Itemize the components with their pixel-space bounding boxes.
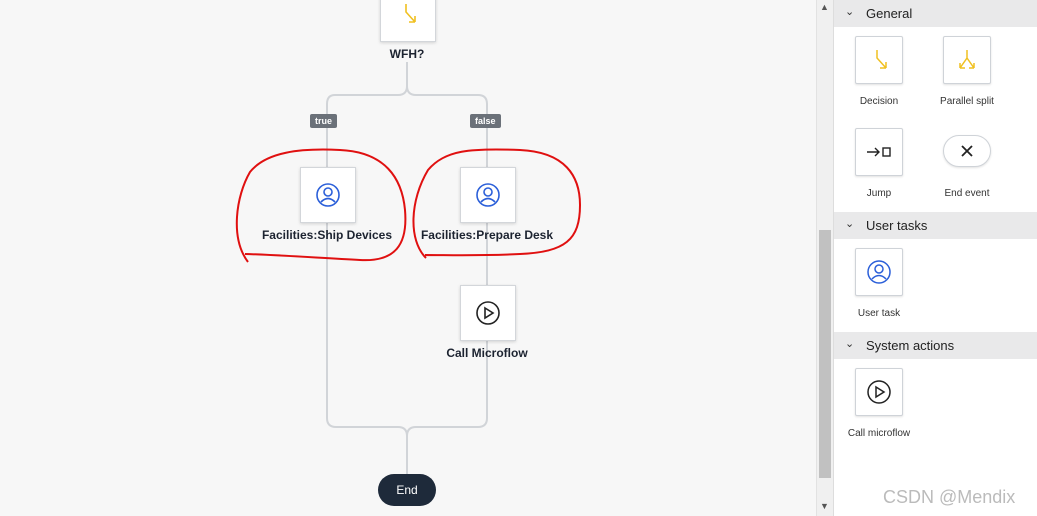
tile-label: Parallel split xyxy=(940,96,994,107)
play-circle-icon xyxy=(867,380,891,404)
vertical-scrollbar[interactable]: ▲ ▼ xyxy=(816,0,833,516)
task-prepare-label: Facilities:Prepare Desk xyxy=(420,228,554,242)
chevron-down-icon: ⌄ xyxy=(845,218,855,230)
user-task-icon xyxy=(316,183,340,207)
end-event-node[interactable]: End xyxy=(378,474,436,506)
user-task-icon xyxy=(476,183,500,207)
toolbox-jump[interactable] xyxy=(855,128,903,176)
tile-label: Decision xyxy=(859,96,899,107)
scroll-down-icon[interactable]: ▼ xyxy=(820,501,829,511)
decision-label: WFH? xyxy=(389,47,425,61)
user-task-icon xyxy=(867,260,891,284)
tile-label: User task xyxy=(857,308,901,319)
connector-lines xyxy=(235,62,582,474)
toolbox-decision[interactable] xyxy=(855,36,903,84)
tile-label: Call microflow xyxy=(847,428,911,439)
watermark: CSDN @Mendix xyxy=(883,487,1016,507)
jump-icon xyxy=(867,147,891,157)
close-icon xyxy=(961,145,973,157)
user-task-ship-devices[interactable] xyxy=(300,167,356,223)
tile-label: Jump xyxy=(866,188,892,199)
section-general-header[interactable]: ⌄ General xyxy=(834,0,1037,27)
toolbox-user-task[interactable] xyxy=(855,248,903,296)
scrollbar-thumb[interactable] xyxy=(819,230,831,478)
play-circle-icon xyxy=(476,301,500,325)
section-title: System actions xyxy=(866,338,955,353)
toolbox-parallel-split[interactable] xyxy=(943,36,991,84)
decision-node[interactable] xyxy=(380,0,436,42)
section-user-tasks-header[interactable]: ⌄ User tasks xyxy=(834,212,1037,239)
section-system-actions-header[interactable]: ⌄ System actions xyxy=(834,332,1037,359)
call-microflow-label: Call Microflow xyxy=(446,346,528,360)
chevron-down-icon: ⌄ xyxy=(845,338,855,350)
workflow-canvas[interactable]: WFH? true false Facilities:Ship Devices … xyxy=(0,0,816,516)
decision-icon xyxy=(876,50,887,69)
call-microflow-node[interactable] xyxy=(460,285,516,341)
section-title: User tasks xyxy=(866,218,928,233)
chevron-down-icon: ⌄ xyxy=(845,6,855,18)
toolbox-end-event[interactable] xyxy=(943,135,991,167)
user-task-prepare-desk[interactable] xyxy=(460,167,516,223)
task-ship-label: Facilities:Ship Devices xyxy=(261,228,393,242)
toolbox-panel: ⌄ General Decision Parallel split Jump E… xyxy=(833,0,1037,516)
parallel-split-icon xyxy=(959,50,975,69)
branch-false-badge: false xyxy=(470,114,501,128)
section-title: General xyxy=(866,6,913,21)
branch-true-badge: true xyxy=(310,114,338,128)
toolbox-call-microflow[interactable] xyxy=(855,368,903,416)
tile-label: End event xyxy=(944,188,990,199)
scroll-up-icon[interactable]: ▲ xyxy=(820,2,829,12)
decision-icon xyxy=(405,4,416,23)
